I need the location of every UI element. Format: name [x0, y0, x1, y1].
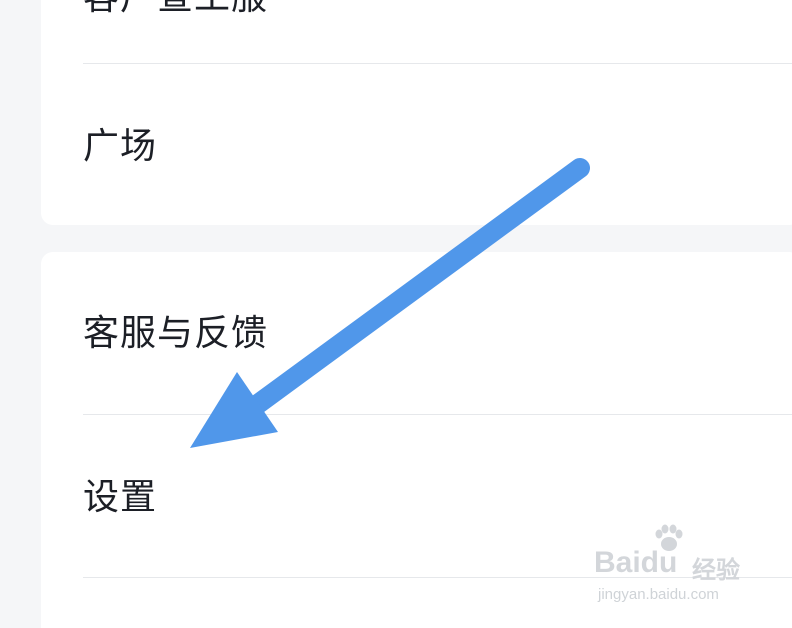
menu-item-plaza[interactable]: 广场	[83, 64, 792, 184]
watermark-logo: Baidu	[594, 546, 678, 579]
watermark-brand: 经验	[692, 556, 740, 584]
menu-item-top-partial[interactable]: 客户查工服	[83, 0, 792, 28]
menu-item-settings-label: 设置	[83, 477, 158, 518]
menu-item-plaza-label: 广场	[83, 126, 158, 167]
menu-card-top: 客户查工服 广场	[41, 0, 792, 225]
watermark-url: jingyan.baidu.com	[598, 586, 719, 603]
menu-item-top-partial-label: 客户查工服	[83, 0, 268, 18]
menu-item-support-feedback[interactable]: 客服与反馈	[83, 252, 792, 414]
settings-menu-screen: 客户查工服 广场 客服与反馈 设置 Baidu 经验 jingyan.baidu…	[0, 0, 792, 628]
watermark: Baidu 经验 jingyan.baidu.com	[594, 524, 754, 610]
menu-item-support-feedback-label: 客服与反馈	[83, 313, 269, 354]
